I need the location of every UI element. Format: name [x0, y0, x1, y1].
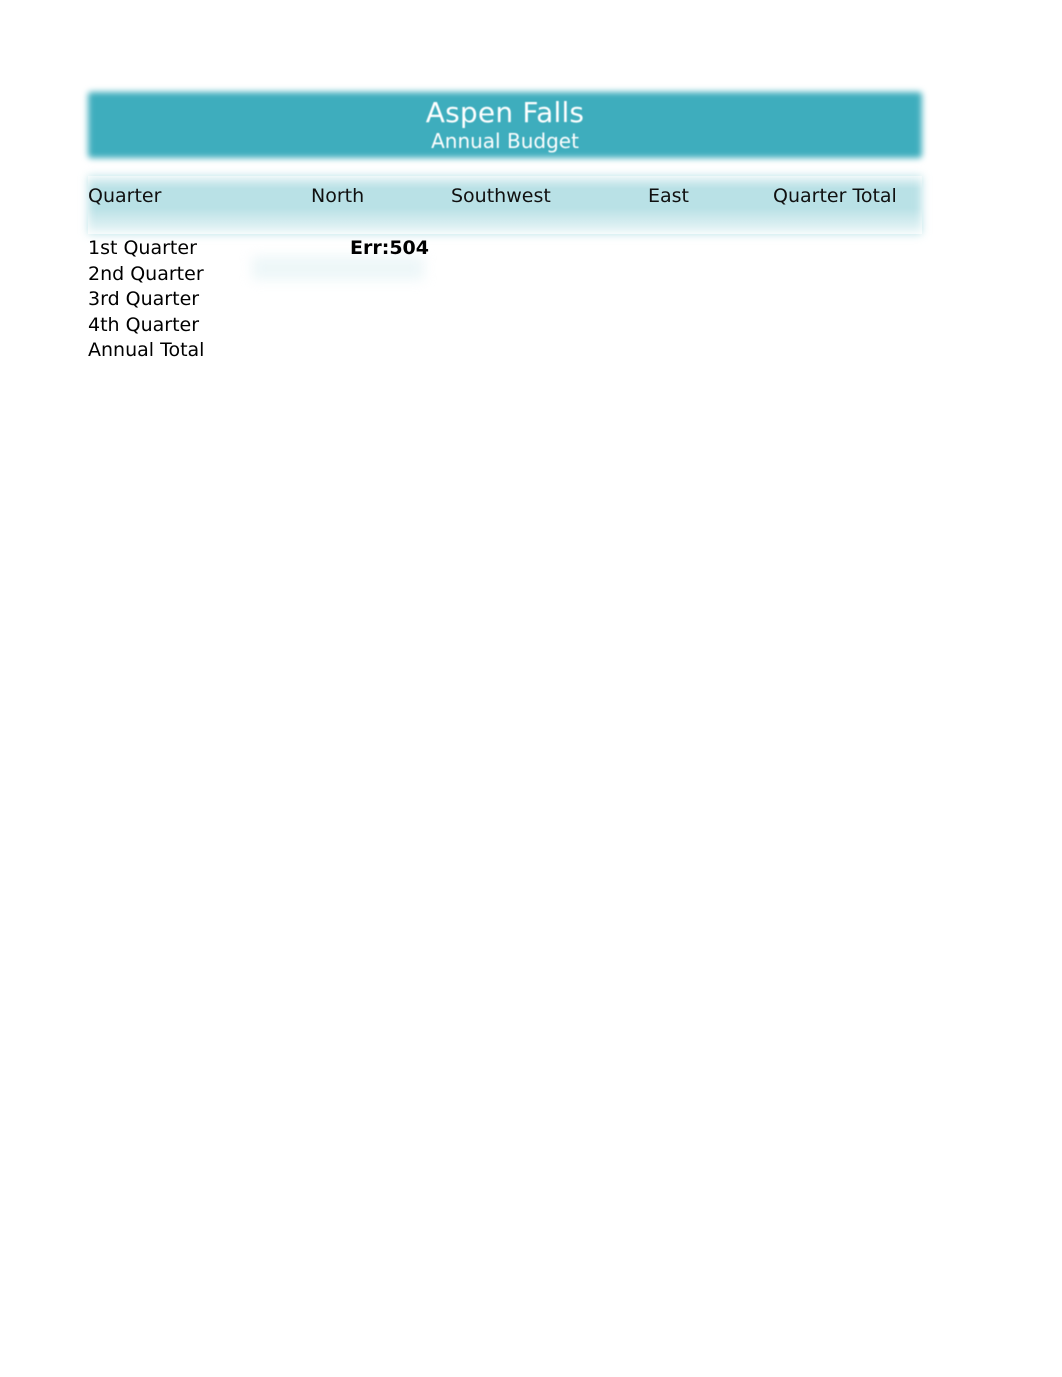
column-header-east: East [648, 185, 689, 207]
cell-1st-quarter-north[interactable]: Err:504 [311, 236, 429, 261]
table-row[interactable]: 4th Quarter [88, 313, 922, 339]
column-header-quarter: Quarter [88, 185, 162, 207]
column-header-southwest: Southwest [451, 185, 551, 207]
row-label-3rd-quarter: 3rd Quarter [88, 288, 200, 310]
row-label-2nd-quarter: 2nd Quarter [88, 262, 204, 285]
row-label-annual-total: Annual Total [88, 339, 205, 361]
table-row[interactable]: 2nd Quarter [88, 262, 922, 288]
table-row[interactable]: 3rd Quarter [88, 287, 922, 313]
document-subtitle: Annual Budget [431, 129, 579, 153]
table-row[interactable]: 1st Quarter Err:504 [88, 236, 922, 262]
row-label-1st-quarter: 1st Quarter [88, 237, 197, 259]
column-header-north: North [311, 185, 365, 207]
title-banner-text-group: Aspen Falls Annual Budget [88, 92, 922, 158]
column-header-quarter-total: Quarter Total [773, 185, 897, 207]
table-header-row: Quarter North Southwest East Quarter Tot… [88, 176, 922, 234]
title-banner: Aspen Falls Annual Budget [88, 92, 922, 158]
table-header-band: Quarter North Southwest East Quarter Tot… [88, 176, 922, 234]
table-row[interactable]: Annual Total [88, 338, 922, 364]
row-label-4th-quarter: 4th Quarter [88, 313, 200, 336]
document-title: Aspen Falls [425, 96, 585, 129]
table-body: 1st Quarter Err:504 2nd Quarter 3rd Quar… [88, 236, 922, 364]
